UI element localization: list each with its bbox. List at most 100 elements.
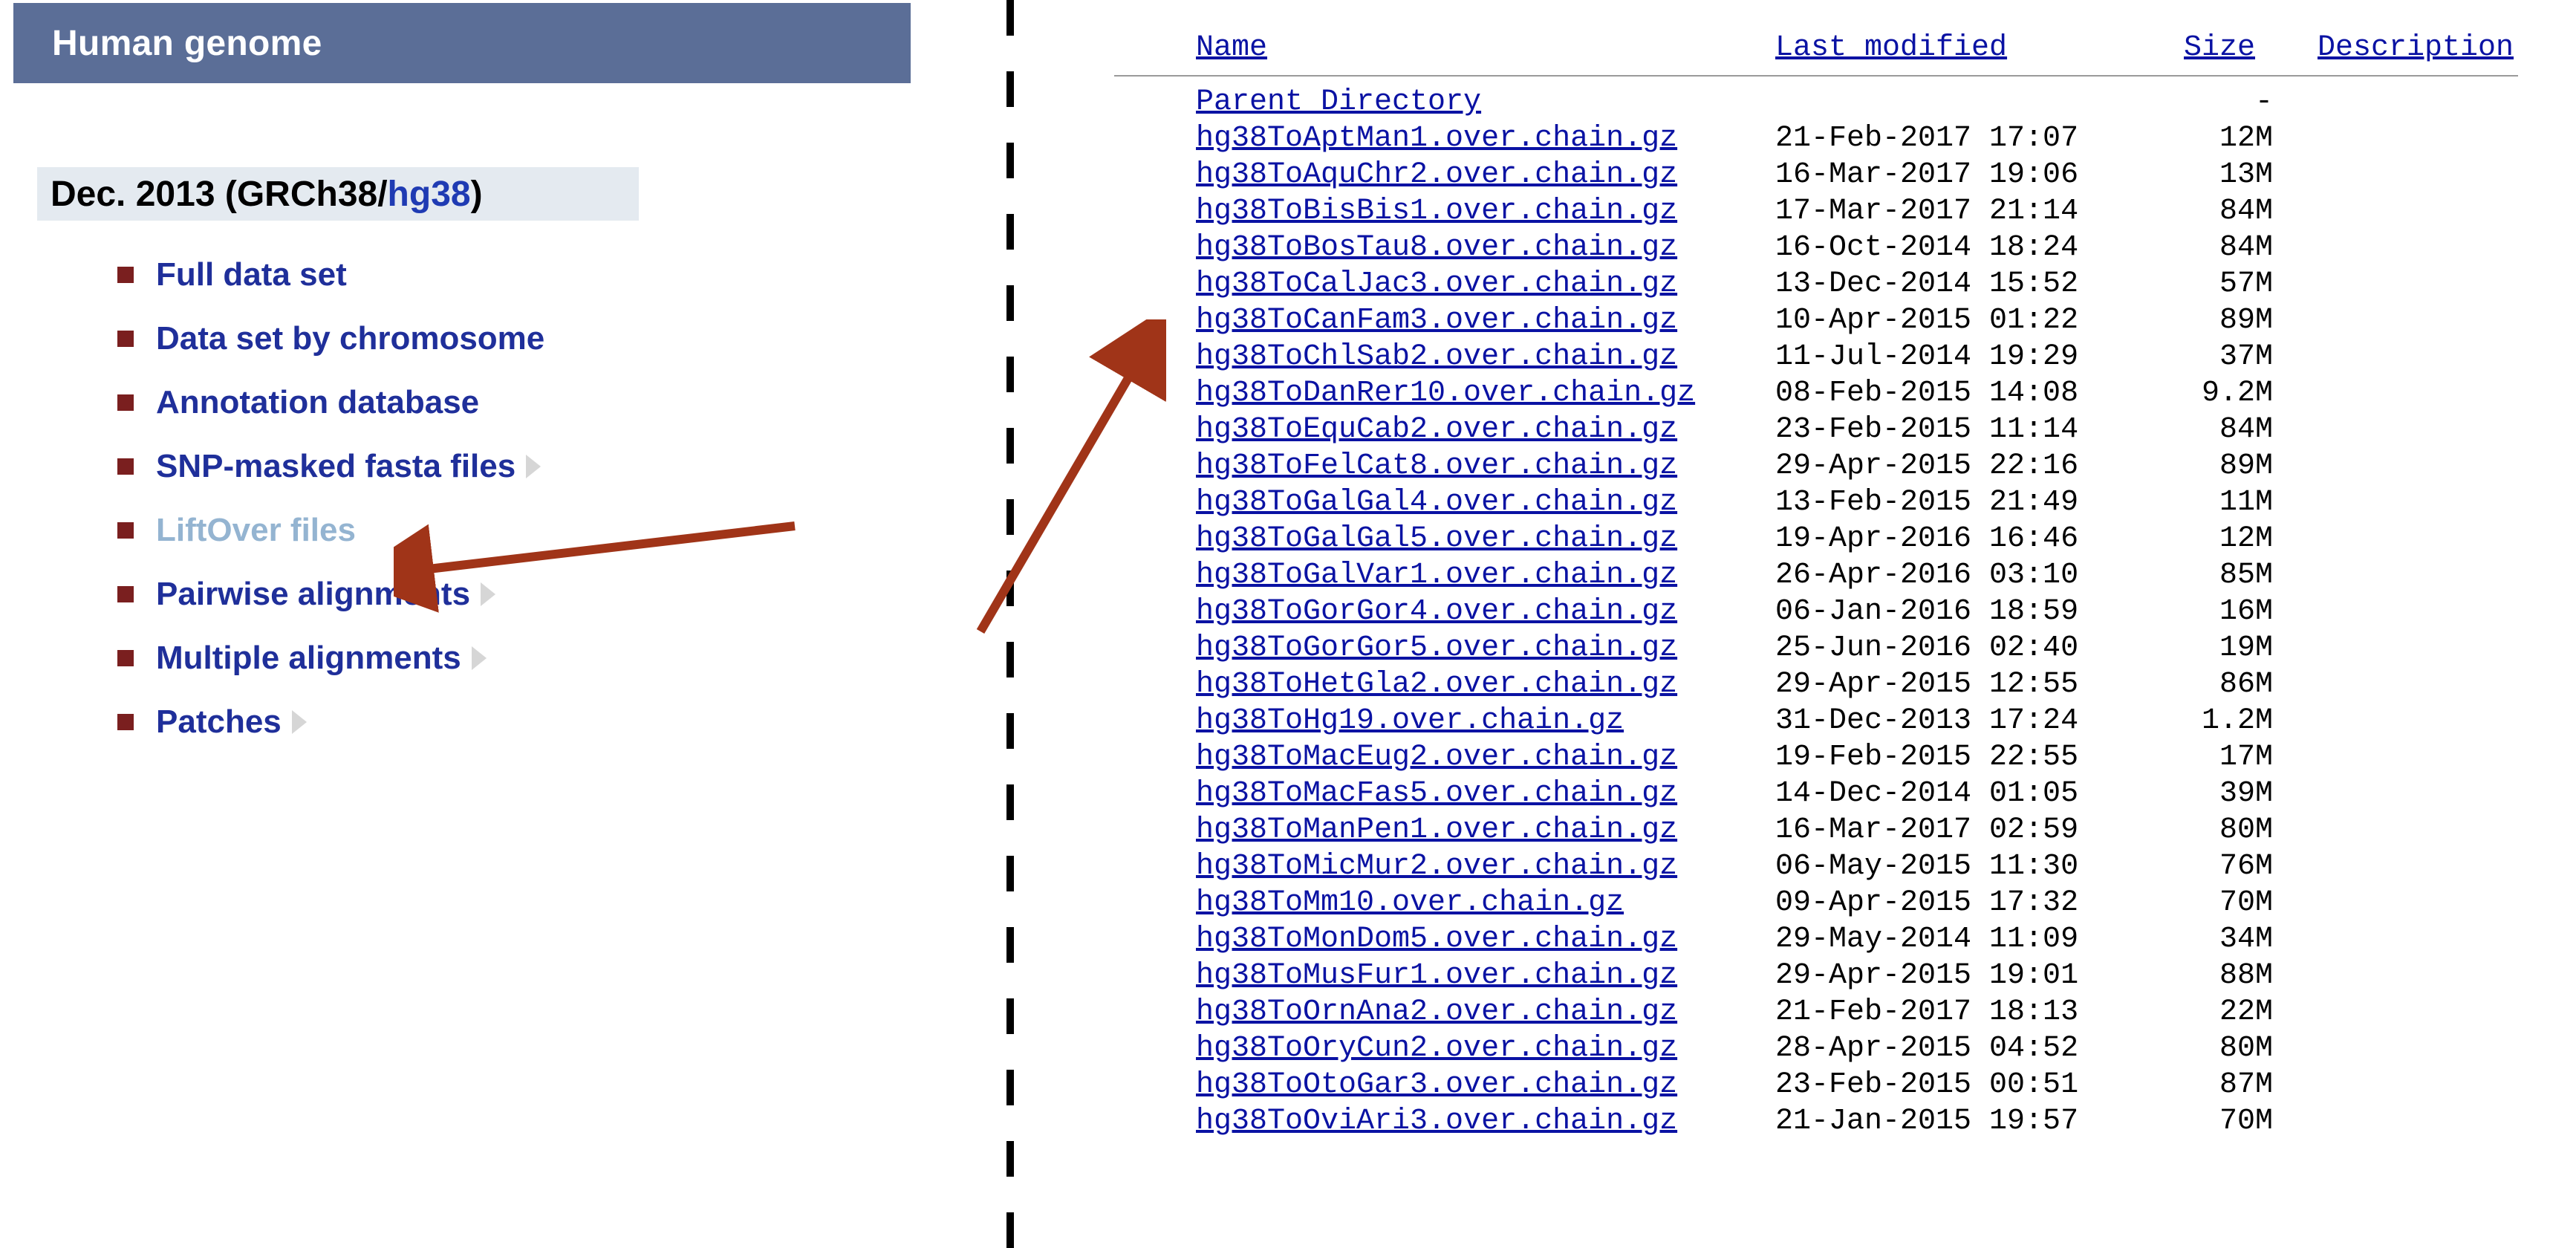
file-size: 80M — [2162, 812, 2273, 848]
file-modified: 17-Mar-2017 21:14 — [1775, 193, 2162, 230]
file-row: hg38ToHetGla2.over.chain.gz29-Apr-2015 1… — [1114, 666, 2518, 703]
bullet-icon — [117, 267, 134, 283]
file-size: 88M — [2162, 958, 2273, 994]
file-link[interactable]: hg38ToCanFam3.over.chain.gz — [1196, 304, 1677, 337]
file-link[interactable]: hg38ToCalJac3.over.chain.gz — [1196, 267, 1677, 301]
file-link[interactable]: hg38ToAptMan1.over.chain.gz — [1196, 122, 1677, 155]
chevron-right-icon — [481, 582, 495, 606]
file-link[interactable]: hg38ToGorGor5.over.chain.gz — [1196, 631, 1677, 665]
file-row: hg38ToGorGor5.over.chain.gz25-Jun-2016 0… — [1114, 630, 2518, 666]
release-suffix: ) — [471, 175, 483, 214]
header-size[interactable]: Size — [2184, 31, 2255, 65]
file-link[interactable]: hg38ToGalGal4.over.chain.gz — [1196, 486, 1677, 519]
menu-item-snp-masked-fasta-files[interactable]: SNP-masked fasta files — [117, 448, 544, 485]
file-icon — [1114, 848, 1196, 885]
file-link[interactable]: hg38ToGalVar1.over.chain.gz — [1196, 559, 1677, 592]
file-icon — [1114, 484, 1196, 521]
file-link[interactable]: hg38ToOtoGar3.over.chain.gz — [1196, 1068, 1677, 1102]
file-modified: 19-Apr-2016 16:46 — [1775, 521, 2162, 557]
file-modified: 21-Feb-2017 17:07 — [1775, 120, 2162, 157]
file-desc — [2273, 521, 2518, 557]
file-icon — [1114, 302, 1196, 339]
menu-item-label: LiftOver files — [156, 512, 356, 549]
file-row: hg38ToGalGal4.over.chain.gz13-Feb-2015 2… — [1114, 484, 2518, 521]
menu-item-full-data-set[interactable]: Full data set — [117, 256, 544, 293]
file-link[interactable]: hg38ToMm10.over.chain.gz — [1196, 886, 1624, 920]
file-icon — [1114, 594, 1196, 630]
parent-directory-link[interactable]: Parent Directory — [1196, 85, 1481, 119]
file-row: hg38ToOrnAna2.over.chain.gz21-Feb-2017 1… — [1114, 994, 2518, 1030]
file-row: hg38ToOviAri3.over.chain.gz 21-Jan-2015 1… — [1114, 1103, 2518, 1140]
file-size: 39M — [2162, 776, 2273, 812]
file-desc — [2273, 776, 2518, 812]
file-link[interactable]: hg38ToAquChr2.over.chain.gz — [1196, 158, 1677, 192]
file-size: 85M — [2162, 557, 2273, 594]
file-icon — [1114, 266, 1196, 302]
file-desc — [2273, 230, 2518, 266]
file-desc — [2273, 958, 2518, 994]
file-row: hg38ToBosTau8.over.chain.gz16-Oct-2014 1… — [1114, 230, 2518, 266]
file-link[interactable]: hg38ToMusFur1.over.chain.gz — [1196, 959, 1677, 992]
file-modified: 19-Feb-2015 22:55 — [1775, 739, 2162, 776]
header-last-modified[interactable]: Last modified — [1775, 31, 2007, 65]
file-link[interactable]: hg38ToManPen1.over.chain.gz — [1196, 813, 1677, 847]
file-link[interactable]: hg38ToMonDom5.over.chain.gz — [1196, 923, 1677, 956]
menu-item-label: Data set by chromosome — [156, 320, 544, 357]
menu-item-data-set-by-chromosome[interactable]: Data set by chromosome — [117, 320, 544, 357]
file-link[interactable]: hg38ToFelCat8.over.chain.gz — [1196, 449, 1677, 483]
file-row: hg38ToManPen1.over.chain.gz 16-Mar-2017 0… — [1114, 812, 2518, 848]
file-link[interactable]: hg38ToMacEug2.over.chain.gz — [1196, 741, 1677, 774]
file-icon — [1114, 1103, 1196, 1140]
file-modified — [1775, 84, 2162, 120]
file-link[interactable]: hg38ToChlSab2.over.chain.gz — [1196, 340, 1677, 374]
file-modified: 16-Mar-2017 02:59 — [1775, 812, 2162, 848]
file-link[interactable]: hg38ToOviAri3.over.chain.gz — [1196, 1105, 1677, 1138]
menu-item-annotation-database[interactable]: Annotation database — [117, 384, 544, 421]
file-row: hg38ToBisBis1.over.chain.gz 17-Mar-2017 2… — [1114, 193, 2518, 230]
file-link[interactable]: hg38ToHg19.over.chain.gz — [1196, 704, 1624, 738]
file-link[interactable]: hg38ToGorGor4.over.chain.gz — [1196, 595, 1677, 628]
file-link[interactable]: hg38ToBosTau8.over.chain.gz — [1196, 231, 1677, 264]
file-size: 12M — [2162, 521, 2273, 557]
file-desc — [2273, 448, 2518, 484]
file-link[interactable]: hg38ToOryCun2.over.chain.gz — [1196, 1032, 1677, 1065]
file-desc — [2273, 157, 2518, 193]
file-modified: 11-Jul-2014 19:29 — [1775, 339, 2162, 375]
file-icon — [1114, 157, 1196, 193]
file-row: hg38ToOtoGar3.over.chain.gz23-Feb-2015 0… — [1114, 1067, 2518, 1103]
file-size: 84M — [2162, 193, 2273, 230]
header-name[interactable]: Name — [1196, 31, 1267, 65]
file-icon — [1114, 448, 1196, 484]
menu-item-multiple-alignments[interactable]: Multiple alignments — [117, 640, 544, 677]
file-desc — [2273, 812, 2518, 848]
file-link[interactable]: hg38ToGalGal5.over.chain.gz — [1196, 522, 1677, 556]
menu-item-pairwise-alignments[interactable]: Pairwise alignments — [117, 576, 544, 613]
file-link[interactable]: hg38ToOrnAna2.over.chain.gz — [1196, 995, 1677, 1029]
file-row: hg38ToDanRer10.over.chain.gz08-Feb-2015 … — [1114, 375, 2518, 412]
file-link[interactable]: hg38ToEquCab2.over.chain.gz — [1196, 413, 1677, 446]
file-link[interactable]: hg38ToMicMur2.over.chain.gz — [1196, 850, 1677, 883]
bullet-icon — [117, 458, 134, 475]
file-link[interactable]: hg38ToDanRer10.over.chain.gz — [1196, 377, 1695, 410]
file-desc — [2273, 666, 2518, 703]
file-link[interactable]: hg38ToMacFas5.over.chain.gz — [1196, 777, 1677, 810]
menu-item-patches[interactable]: Patches — [117, 703, 544, 741]
file-modified: 21-Jan-2015 19:57 — [1775, 1103, 2162, 1140]
file-size: 37M — [2162, 339, 2273, 375]
file-link[interactable]: hg38ToBisBis1.over.chain.gz — [1196, 195, 1677, 228]
menu-item-liftover-files[interactable]: LiftOver files — [117, 512, 544, 549]
file-icon — [1114, 557, 1196, 594]
menu-item-label: SNP-masked fasta files — [156, 448, 515, 485]
release-assembly: hg38 — [388, 175, 471, 214]
header-description[interactable]: Description — [2318, 31, 2514, 65]
file-desc — [2273, 739, 2518, 776]
file-size: 57M — [2162, 266, 2273, 302]
file-size: 70M — [2162, 1103, 2273, 1140]
file-desc — [2273, 921, 2518, 958]
file-icon — [1114, 739, 1196, 776]
file-desc — [2273, 266, 2518, 302]
file-row: hg38ToMm10.over.chain.gz09-Apr-2015 17:3… — [1114, 885, 2518, 921]
file-icon — [1114, 666, 1196, 703]
file-link[interactable]: hg38ToHetGla2.over.chain.gz — [1196, 668, 1677, 701]
file-row: hg38ToOryCun2.over.chain.gz28-Apr-2015 0… — [1114, 1030, 2518, 1067]
